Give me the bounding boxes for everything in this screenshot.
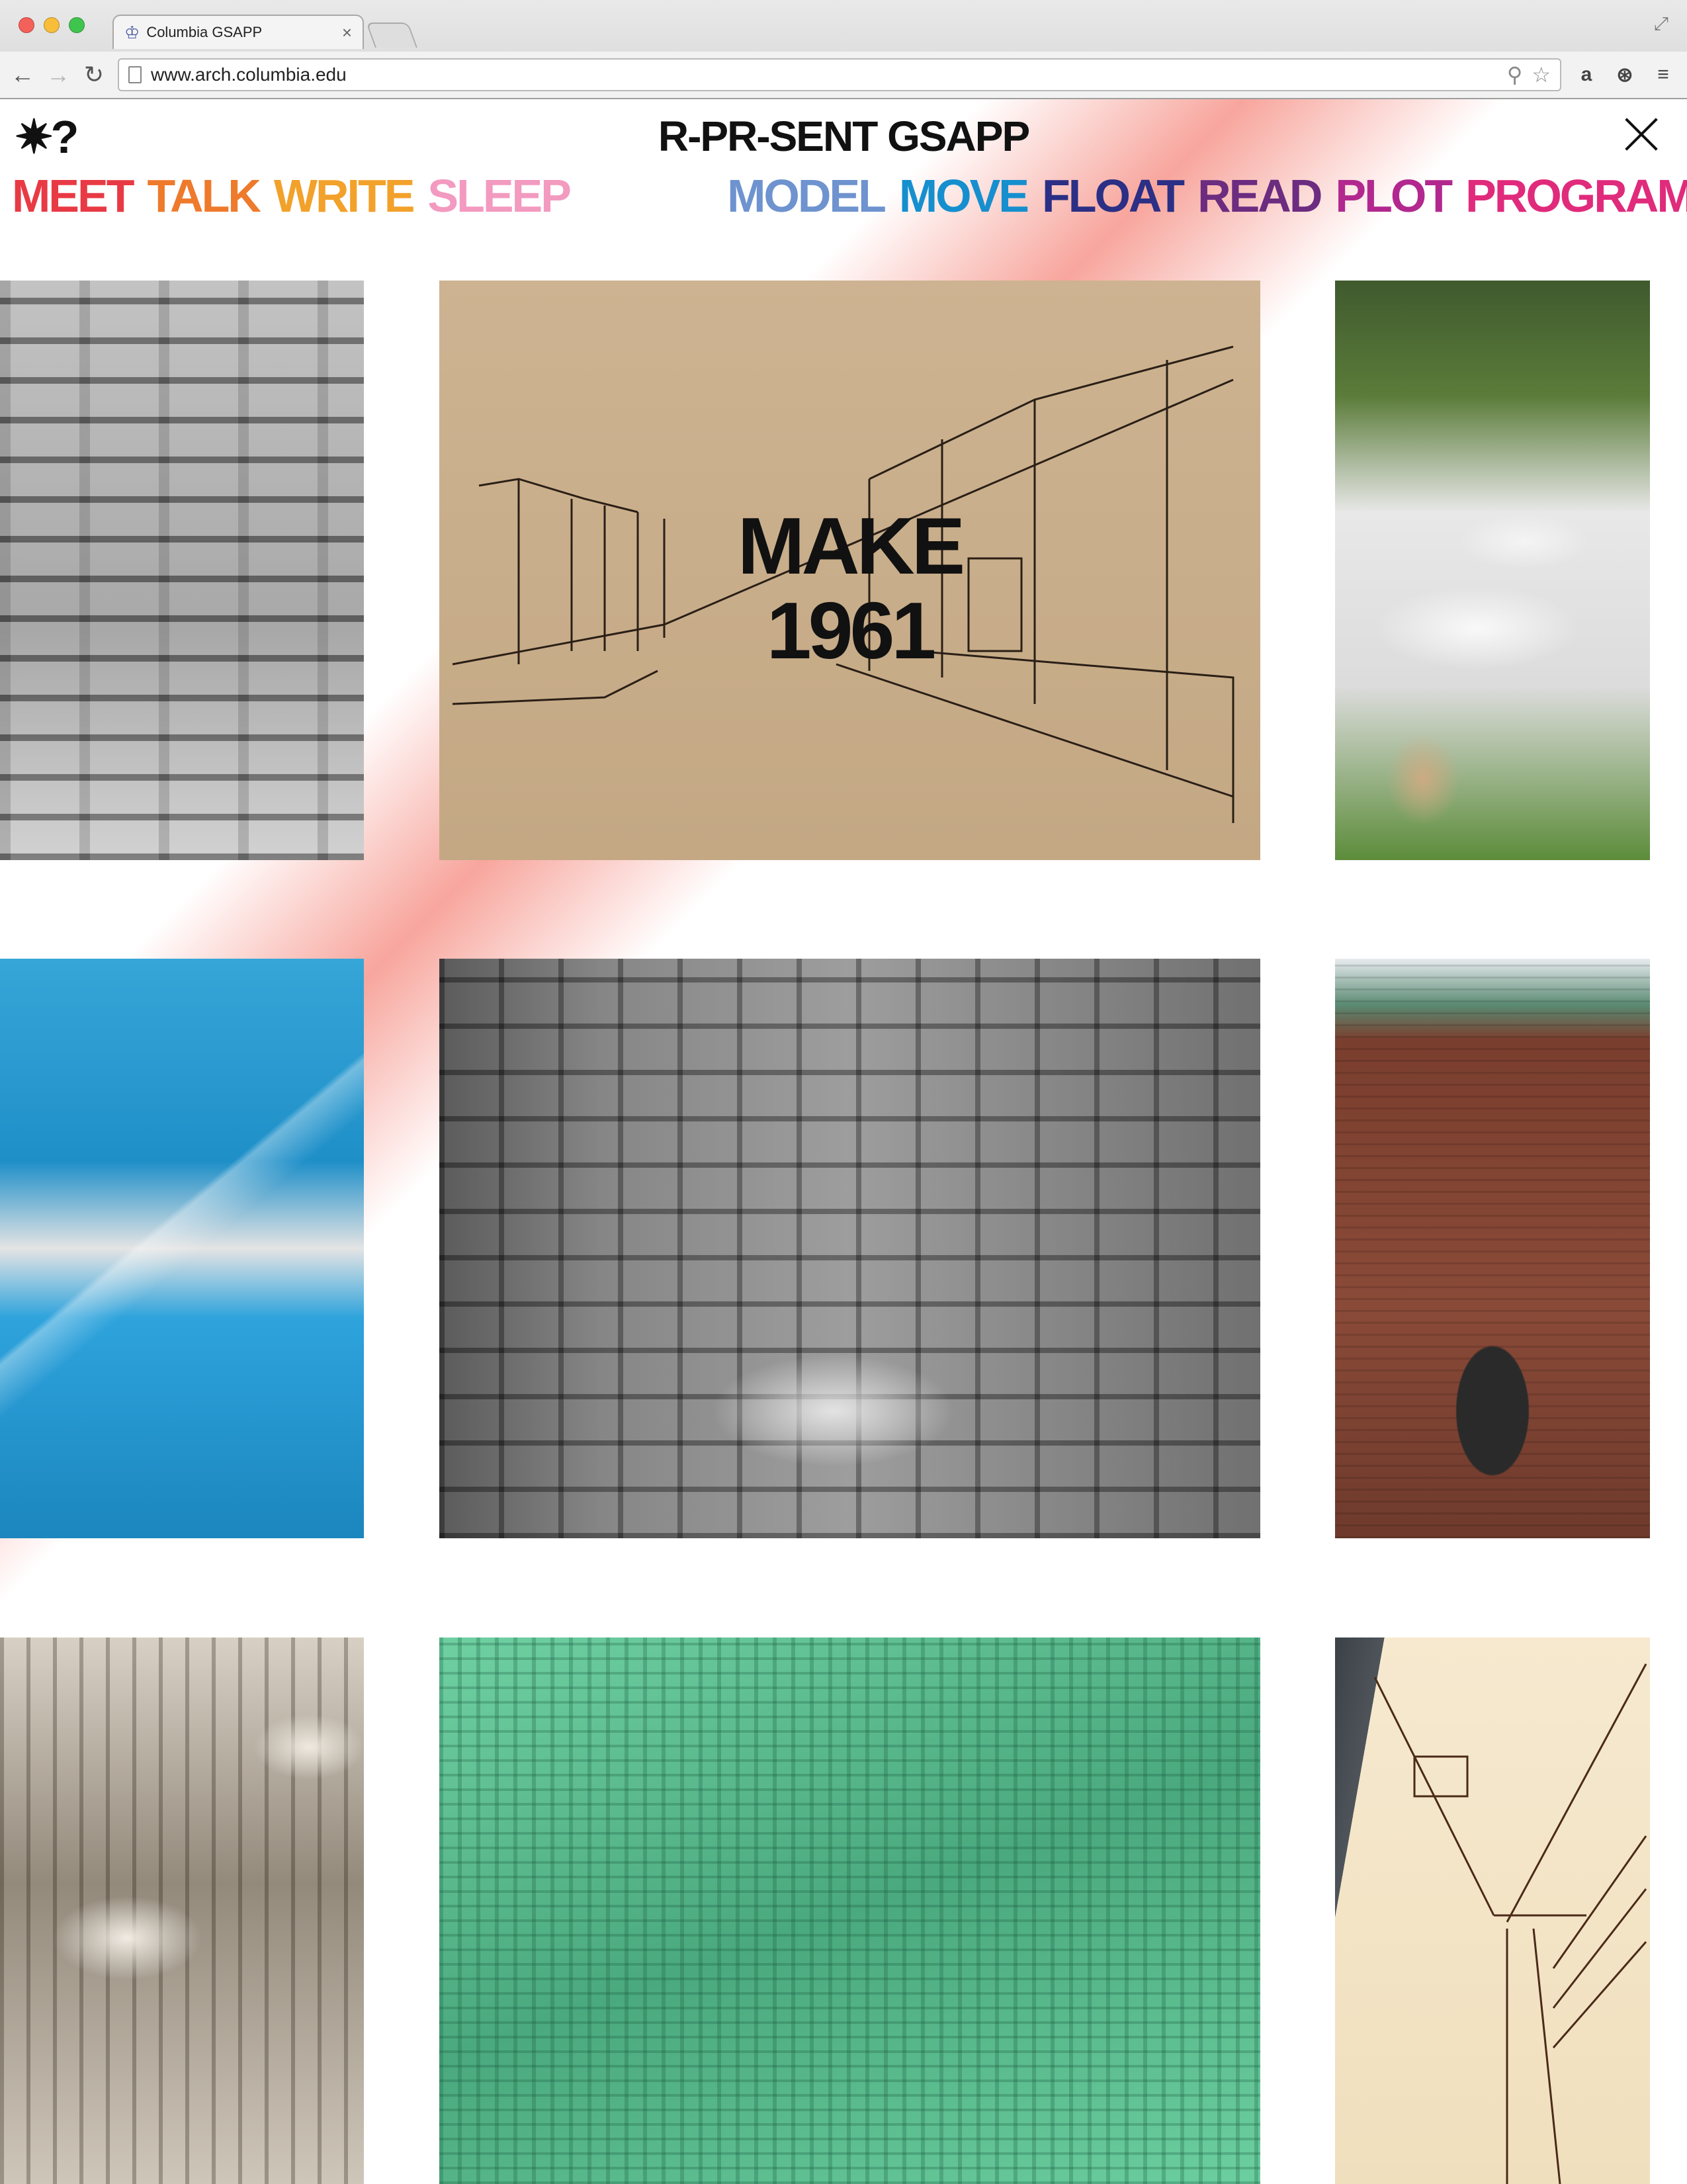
star-icon[interactable]: ☆	[1532, 62, 1551, 87]
new-tab-button[interactable]	[366, 22, 417, 48]
nav-item-talk[interactable]: TALK	[147, 169, 261, 222]
page-icon	[128, 66, 142, 83]
reload-icon[interactable]: ↻	[82, 63, 106, 87]
perspective-sketch-drawing	[1373, 1663, 1647, 2184]
nav-item-make[interactable]: MAKE	[584, 169, 714, 222]
browser-tab[interactable]: ♔ Columbia GSAPP ×	[112, 15, 364, 49]
nav-item-write[interactable]: WRITE	[274, 169, 415, 222]
crown-favicon-icon: ♔	[124, 22, 140, 42]
page-title: R-PR-SENT GSAPP	[658, 112, 1030, 160]
nav-item-plot[interactable]: PLOT	[1335, 169, 1453, 222]
extension-icon[interactable]: ⊛	[1612, 64, 1638, 87]
page-content: ✷? R-PR-SENT GSAPP MEET TALK WRITE SLEEP MAK…	[0, 99, 1687, 2184]
url-text[interactable]: www.arch.columbia.edu	[151, 64, 1498, 85]
nav-item-model[interactable]: MODEL	[727, 169, 887, 222]
forward-icon[interactable]: →	[46, 63, 70, 87]
nav-item-float[interactable]: FLOAT	[1042, 169, 1185, 222]
nav-item-sleep[interactable]: SLEEP	[427, 169, 572, 222]
window-controls	[19, 17, 85, 33]
featured-image-interior-sketch[interactable]: MAKE 1961	[439, 281, 1260, 860]
back-icon[interactable]: ←	[11, 63, 34, 87]
address-bar[interactable]: www.arch.columbia.edu ⚲ ☆	[118, 58, 1561, 91]
image-blue-house-model[interactable]	[0, 959, 364, 1538]
image-historic-library[interactable]	[0, 1638, 364, 2184]
image-green-pixel-landscape[interactable]	[439, 1638, 1260, 2184]
image-brick-rotunda[interactable]	[1335, 959, 1650, 1538]
search-icon[interactable]: ⚲	[1507, 62, 1522, 87]
image-library-reader[interactable]	[439, 959, 1260, 1538]
tab-title: Columbia GSAPP	[146, 24, 263, 40]
image-bookshelf-photo[interactable]	[0, 281, 364, 860]
amazon-icon[interactable]: a	[1573, 64, 1600, 86]
tab-close-icon[interactable]: ×	[342, 24, 352, 41]
nav-item-read[interactable]: READ	[1197, 169, 1322, 222]
category-nav: MEET TALK WRITE SLEEP MAKE MODEL MOVE FLOAT READ…	[12, 169, 1687, 222]
window-maximize-button[interactable]	[69, 17, 85, 33]
nav-item-program[interactable]: PROGRAM	[1465, 169, 1687, 222]
nav-item-meet[interactable]: MEET	[12, 169, 134, 222]
browser-toolbar: ← → ↻ www.arch.columbia.edu ⚲ ☆ a ⊛ ≡	[0, 52, 1687, 98]
image-colored-perspective-sketch[interactable]	[1335, 1638, 1650, 2184]
image-installation-crowd[interactable]	[1335, 281, 1650, 860]
close-icon[interactable]	[1623, 116, 1659, 152]
menu-icon[interactable]: ≡	[1650, 64, 1676, 86]
window-close-button[interactable]	[19, 17, 34, 33]
window-minimize-button[interactable]	[44, 17, 60, 33]
featured-year: 1961	[766, 586, 936, 676]
nav-item-move[interactable]: MOVE	[899, 169, 1029, 222]
featured-title: MAKE	[737, 501, 965, 591]
browser-chrome: ♔ Columbia GSAPP × ⤢ ← → ↻ www.arch.colu…	[0, 0, 1687, 99]
fullscreen-icon[interactable]: ⤢	[1654, 13, 1668, 35]
